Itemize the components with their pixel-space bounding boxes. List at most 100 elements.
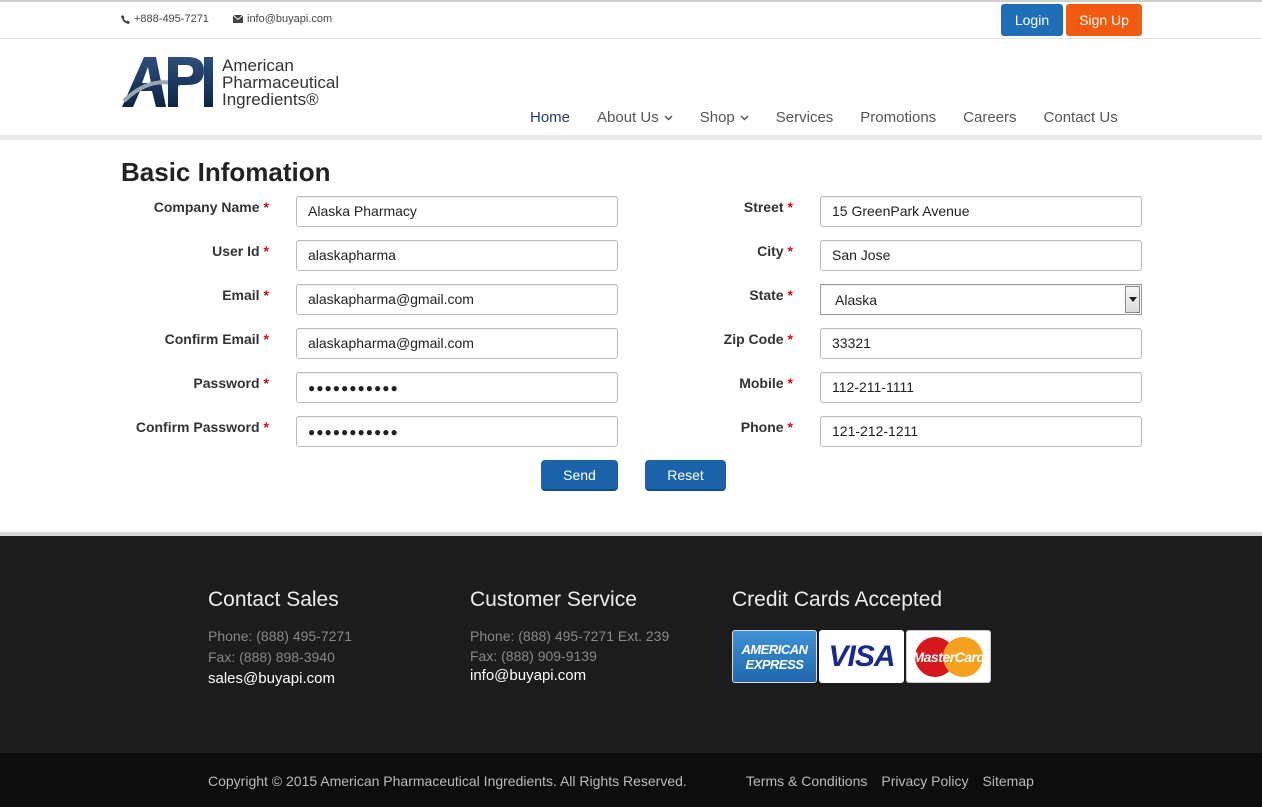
topbar-email[interactable]: info@buyapi.com (233, 13, 332, 25)
amex-line-2: EXPRESS (745, 656, 804, 672)
required-mark: * (787, 243, 793, 259)
visa-text: VISA (828, 639, 895, 673)
state-label-text: State (749, 287, 784, 303)
signup-button[interactable]: Sign Up (1066, 4, 1142, 36)
site-footer: Contact Sales Phone: (888) 495-7271 Fax:… (0, 532, 1262, 753)
phone-input[interactable]: 121-212-1211 (820, 416, 1142, 447)
terms-link[interactable]: Terms & Conditions (746, 773, 867, 789)
page-title: Basic Infomation (121, 157, 331, 187)
nav-about-us[interactable]: About Us (597, 109, 673, 126)
logo-wordmark: American Pharmaceutical Ingredients® (222, 57, 339, 108)
company-name-input[interactable]: Alaska Pharmacy (296, 196, 618, 227)
top-bar: +888-495-7271 info@buyapi.com Login Sign… (0, 0, 1262, 39)
street-label-text: Street (743, 199, 784, 215)
mastercard-text: MasterCard (912, 648, 985, 665)
phone-label: Phone * (741, 419, 793, 435)
visa-logo: VISA (819, 630, 904, 683)
nav-careers[interactable]: Careers (963, 109, 1016, 126)
nav-promotions[interactable]: Promotions (860, 109, 936, 126)
password-input[interactable]: ●●●●●●●●●●● (296, 372, 618, 403)
nav-about-label[interactable]: About Us (597, 109, 659, 126)
sitemap-link[interactable]: Sitemap (983, 773, 1034, 789)
required-mark: * (263, 199, 269, 215)
user-id-input[interactable]: alaskapharma (296, 240, 618, 271)
nav-home[interactable]: Home (530, 109, 570, 126)
nav-shop-label[interactable]: Shop (700, 109, 735, 126)
envelope-icon (233, 15, 243, 23)
street-label: Street * (744, 199, 793, 215)
main-nav: Home About Us Shop Services Promotions C… (530, 109, 1145, 126)
confirm-password-label-text: Confirm Password (135, 419, 260, 435)
card-logos: AMERICAN EXPRESS VISA MasterCard (732, 630, 993, 683)
confirm-email-input[interactable]: alaskapharma@gmail.com (296, 328, 618, 359)
nav-careers-label[interactable]: Careers (963, 109, 1016, 126)
login-button[interactable]: Login (1001, 4, 1063, 36)
phone-icon (121, 14, 130, 24)
nav-services[interactable]: Services (776, 109, 834, 126)
nav-promotions-label[interactable]: Promotions (860, 109, 936, 126)
company-name-label: Company Name * (154, 199, 269, 215)
required-mark: * (263, 243, 269, 259)
bottom-bar: Copyright © 2015 American Pharmaceutical… (0, 753, 1262, 807)
privacy-link[interactable]: Privacy Policy (881, 773, 968, 789)
reset-button[interactable]: Reset (645, 460, 726, 491)
required-mark: * (263, 287, 269, 303)
mobile-input[interactable]: 112-211-1111 (820, 372, 1142, 403)
state-select[interactable]: Alaska (820, 284, 1142, 315)
send-button[interactable]: Send (541, 460, 618, 491)
sales-fax: Fax: (888) 898-3940 (208, 649, 335, 665)
nav-contact-us[interactable]: Contact Us (1044, 109, 1118, 126)
zip-code-label: Zip Code * (724, 331, 793, 347)
confirm-email-label-text: Confirm Email (164, 331, 260, 347)
confirm-password-input[interactable]: ●●●●●●●●●●● (296, 416, 618, 447)
contact-sales-section: Contact Sales Phone: (888) 495-7271 Fax:… (208, 588, 352, 689)
customer-service-section: Customer Service Phone: (888) 495-7271 E… (470, 588, 669, 686)
phone-label-text: Phone (740, 419, 784, 435)
required-mark: * (263, 375, 269, 391)
mobile-label-text: Mobile (739, 375, 784, 391)
mobile-label: Mobile * (739, 375, 793, 391)
street-input[interactable]: 15 GreenPark Avenue (820, 196, 1142, 227)
service-email-link[interactable]: info@buyapi.com (470, 666, 669, 686)
mastercard-logo: MasterCard (906, 630, 991, 683)
api-logo[interactable]: American Pharmaceutical Ingredients® (120, 55, 360, 111)
customer-service-heading: Customer Service (470, 588, 637, 611)
required-mark: * (787, 375, 793, 391)
nav-home-label[interactable]: Home (530, 109, 570, 126)
nav-contact-label[interactable]: Contact Us (1044, 109, 1118, 126)
company-name-label-text: Company Name (153, 199, 260, 215)
required-mark: * (787, 419, 793, 435)
select-arrow-icon[interactable] (1125, 286, 1140, 313)
credit-cards-heading: Credit Cards Accepted (732, 588, 943, 611)
copyright-text: Copyright © 2015 American Pharmaceutical… (208, 773, 687, 789)
topbar-phone: +888-495-7271 (121, 13, 209, 25)
state-label: State * (749, 287, 793, 303)
logo-line-2: Pharmaceutical (222, 73, 340, 92)
zip-code-label-text: Zip Code (723, 331, 784, 347)
city-input[interactable]: San Jose (820, 240, 1142, 271)
logo-line-3: Ingredients® (222, 90, 319, 109)
city-label-text: City (757, 243, 784, 259)
email-label-text: Email (222, 287, 260, 303)
state-select-value: Alaska (835, 292, 878, 308)
service-phone: Phone: (888) 495-7271 Ext. 239 (470, 628, 670, 644)
required-mark: * (787, 331, 793, 347)
amex-logo: AMERICAN EXPRESS (732, 630, 817, 683)
sales-email-link[interactable]: sales@buyapi.com (208, 668, 352, 689)
topbar-phone-text: +888-495-7271 (134, 13, 209, 25)
required-mark: * (263, 331, 269, 347)
nav-shop[interactable]: Shop (700, 109, 749, 126)
email-label: Email * (222, 287, 269, 303)
api-logo-mark (122, 57, 213, 107)
service-fax: Fax: (888) 909-9139 (470, 648, 597, 664)
topbar-email-text[interactable]: info@buyapi.com (247, 13, 332, 25)
password-label-text: Password (193, 375, 260, 391)
amex-line-1: AMERICAN (741, 641, 808, 657)
chevron-down-icon (664, 114, 673, 121)
nav-services-label[interactable]: Services (776, 109, 834, 126)
zip-code-input[interactable]: 33321 (820, 328, 1142, 359)
site-header: American Pharmaceutical Ingredients® Hom… (0, 39, 1262, 136)
contact-sales-heading: Contact Sales (208, 588, 339, 611)
required-mark: * (787, 199, 793, 215)
email-input[interactable]: alaskapharma@gmail.com (296, 284, 618, 315)
